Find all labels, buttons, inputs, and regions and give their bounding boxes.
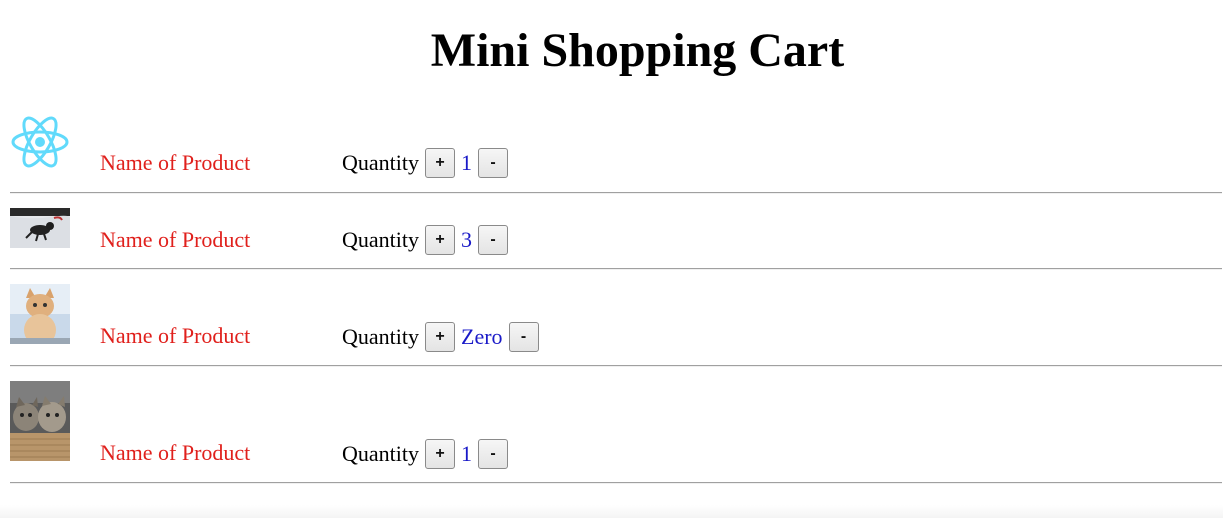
decrement-button[interactable]: - [478, 439, 508, 469]
cart-item: Name of Product Quantity + 1 - [10, 112, 1222, 182]
cat-on-snow-photo [10, 208, 70, 248]
decrement-button[interactable]: - [478, 148, 508, 178]
react-logo-icon [10, 112, 70, 172]
row-divider [10, 482, 1222, 484]
bottom-shade [0, 505, 1223, 518]
increment-button[interactable]: + [425, 322, 455, 352]
product-name: Name of Product [100, 150, 251, 175]
product-name: Name of Product [100, 227, 251, 252]
cart-item: Name of Product Quantity + 1 - [10, 373, 1222, 477]
row-divider [10, 268, 1222, 270]
kittens-in-basket-photo [10, 381, 70, 461]
cart-item: Name of Product Quantity + Zero - [10, 276, 1222, 362]
quantity-value: Zero [461, 324, 503, 349]
quantity-label: Quantity [342, 227, 419, 252]
product-name: Name of Product [100, 323, 251, 348]
quantity-label: Quantity [342, 150, 419, 175]
quantity-control: Quantity + Zero - [342, 321, 539, 353]
quantity-control: Quantity + 1 - [342, 438, 508, 470]
quantity-control: Quantity + 1 - [342, 147, 508, 179]
quantity-value: 1 [461, 441, 472, 466]
product-name: Name of Product [100, 440, 251, 465]
page-title: Mini Shopping Cart [430, 24, 845, 77]
cart-page: Mini Shopping Cart Name of Product Quant… [0, 0, 1223, 518]
cart-item: Name of Product Quantity + 3 - [10, 200, 1222, 266]
increment-button[interactable]: + [425, 439, 455, 469]
quantity-label: Quantity [342, 324, 419, 349]
quantity-value: 1 [461, 150, 472, 175]
increment-button[interactable]: + [425, 225, 455, 255]
decrement-button[interactable]: - [508, 322, 539, 352]
quantity-value: 3 [461, 227, 472, 252]
kitten-photo [10, 284, 70, 344]
decrement-button[interactable]: - [478, 225, 508, 255]
quantity-control: Quantity + 3 - [342, 224, 508, 256]
row-divider [10, 365, 1222, 367]
increment-button[interactable]: + [425, 148, 455, 178]
quantity-label: Quantity [342, 441, 419, 466]
row-divider [10, 192, 1222, 194]
